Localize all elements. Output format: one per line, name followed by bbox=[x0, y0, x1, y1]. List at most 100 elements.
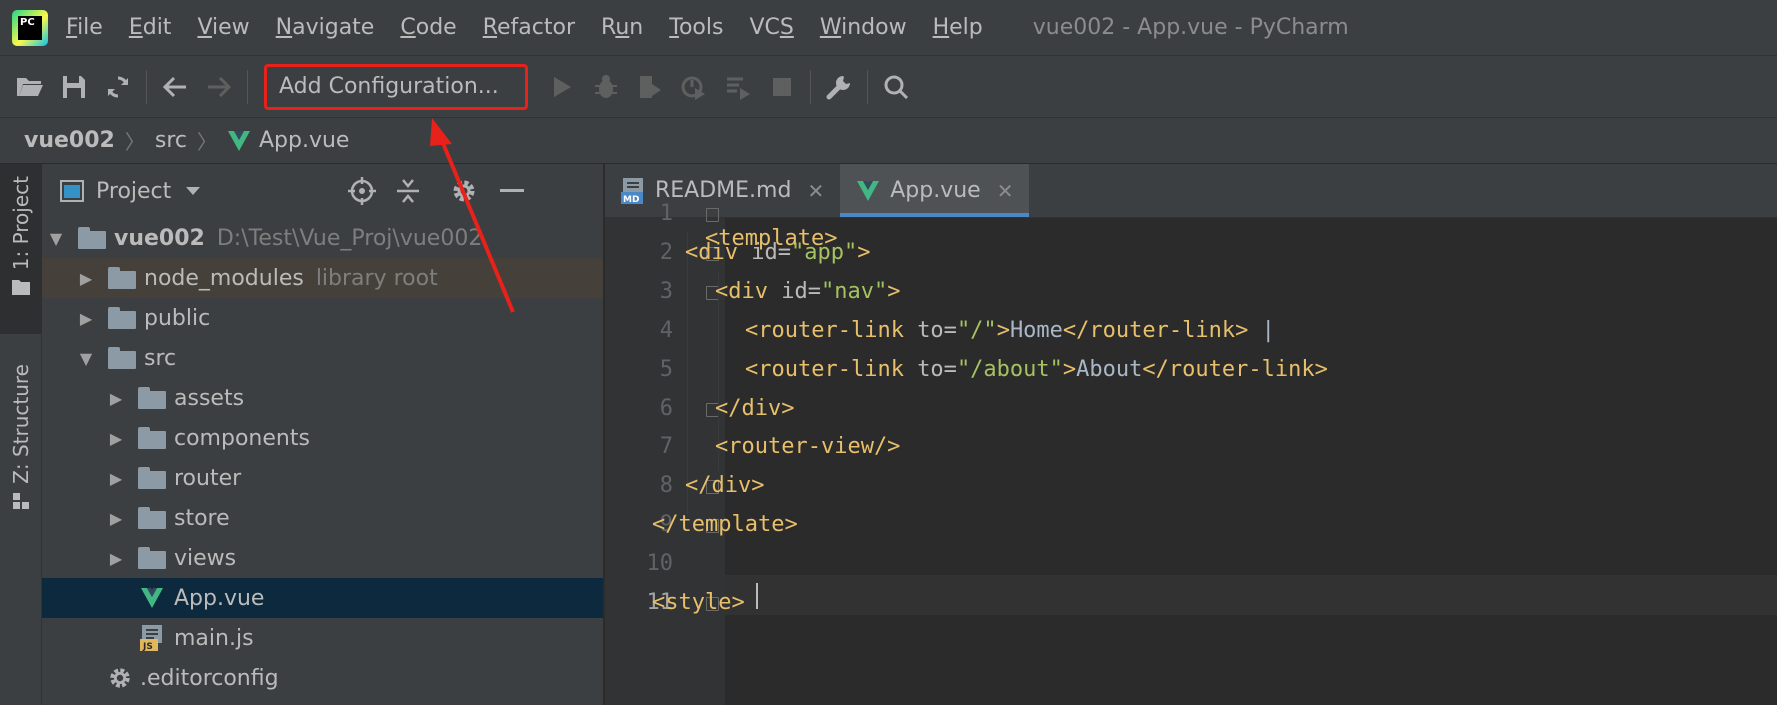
run-button[interactable] bbox=[544, 69, 580, 105]
chevron-down-icon[interactable] bbox=[185, 186, 201, 196]
collapsed-arrow-icon[interactable]: ▶ bbox=[76, 268, 96, 288]
structure-tool-tab[interactable]: Z: Structure bbox=[0, 354, 42, 524]
back-button[interactable] bbox=[157, 69, 193, 105]
code-line-5[interactable]: <router-link to="/about">About</router-l… bbox=[745, 357, 1328, 382]
breadcrumb-file[interactable]: App.vue bbox=[259, 128, 349, 153]
navigation-breadcrumb: vue002 〉 src 〉 App.vue bbox=[0, 118, 1777, 164]
breadcrumb-folder[interactable]: src bbox=[155, 128, 187, 153]
profile-button[interactable] bbox=[676, 69, 712, 105]
code-line-3[interactable]: <div id="nav"> bbox=[715, 279, 900, 304]
crosshair-icon bbox=[348, 177, 376, 205]
menu-help[interactable]: Help bbox=[933, 15, 983, 40]
add-configuration-button[interactable]: Add Configuration... bbox=[264, 63, 528, 110]
search-everywhere-button[interactable] bbox=[878, 69, 914, 105]
line-number: 10 bbox=[646, 551, 674, 576]
tree-item-label: components bbox=[174, 425, 310, 451]
menu-edit[interactable]: Edit bbox=[129, 15, 172, 40]
tree-item-components[interactable]: ▶ components bbox=[42, 418, 603, 458]
text-caret bbox=[756, 583, 758, 609]
locate-file-button[interactable] bbox=[346, 175, 378, 207]
collapsed-arrow-icon[interactable]: ▶ bbox=[106, 428, 126, 448]
collapse-all-button[interactable] bbox=[392, 175, 424, 207]
library-root-hint: library root bbox=[315, 265, 438, 291]
menu-code[interactable]: Code bbox=[400, 15, 456, 40]
tree-item-main-js[interactable]: JS main.js bbox=[42, 618, 603, 658]
menu-file[interactable]: File bbox=[66, 15, 103, 40]
code-line-7[interactable]: <router-view/> bbox=[715, 434, 900, 459]
tree-item-label: public bbox=[144, 305, 211, 331]
play-icon bbox=[554, 76, 571, 97]
folder-icon bbox=[138, 427, 166, 449]
code-line-4[interactable]: <router-link to="/">Home</router-link> | bbox=[745, 318, 1275, 343]
menu-refactor[interactable]: Refactor bbox=[483, 15, 575, 40]
code-line-9[interactable]: </template> bbox=[652, 512, 798, 537]
folder-icon bbox=[12, 280, 30, 296]
line-number: 3 bbox=[659, 279, 673, 304]
folder-icon bbox=[138, 467, 166, 489]
tree-item-views[interactable]: ▶ views bbox=[42, 538, 603, 578]
menu-run[interactable]: Run bbox=[601, 15, 643, 40]
vue-file-icon bbox=[227, 130, 250, 151]
collapsed-arrow-icon[interactable]: ▶ bbox=[106, 468, 126, 488]
collapsed-arrow-icon[interactable]: ▶ bbox=[106, 388, 126, 408]
coverage-icon bbox=[640, 75, 661, 98]
toolbar-separator bbox=[810, 69, 811, 104]
tree-root-vue002[interactable]: ▼ vue002 D:\Test\Vue_Proj\vue002 bbox=[42, 218, 603, 258]
search-icon bbox=[884, 75, 909, 99]
synchronize-button[interactable] bbox=[100, 69, 136, 105]
code-line-8[interactable]: </div> bbox=[685, 473, 764, 498]
profiler-icon bbox=[681, 76, 705, 100]
collapsed-arrow-icon[interactable]: ▶ bbox=[76, 308, 96, 328]
debug-button[interactable] bbox=[588, 69, 624, 105]
tree-item-assets[interactable]: ▶ assets bbox=[42, 378, 603, 418]
line-number: 7 bbox=[659, 434, 673, 459]
menu-tools[interactable]: Tools bbox=[669, 15, 723, 40]
expanded-arrow-icon[interactable]: ▼ bbox=[76, 348, 96, 368]
collapsed-arrow-icon[interactable]: ▶ bbox=[106, 548, 126, 568]
run-tasks-button[interactable] bbox=[720, 69, 756, 105]
structure-icon bbox=[13, 492, 29, 509]
forward-button[interactable] bbox=[201, 69, 237, 105]
tree-item-public[interactable]: ▶ public bbox=[42, 298, 603, 338]
run-with-coverage-button[interactable] bbox=[632, 69, 668, 105]
current-line-highlight bbox=[725, 575, 1777, 615]
settings-button[interactable] bbox=[821, 69, 857, 105]
refresh-icon bbox=[108, 75, 128, 98]
breadcrumb-chevron-icon: 〉 bbox=[124, 130, 145, 154]
project-tool-tab[interactable]: 1: Project bbox=[0, 164, 42, 334]
tab-app-vue[interactable]: App.vue ✕ bbox=[840, 164, 1030, 217]
expanded-arrow-icon[interactable]: ▼ bbox=[46, 228, 66, 248]
stop-icon bbox=[773, 77, 791, 96]
left-tool-window-strip: 1: Project Z: Structure bbox=[0, 164, 42, 705]
folder-icon bbox=[108, 267, 136, 289]
structure-tool-tab-label: Z: Structure bbox=[9, 364, 33, 484]
project-options-button[interactable] bbox=[448, 175, 480, 207]
stop-button[interactable] bbox=[764, 69, 800, 105]
tree-item-node-modules[interactable]: ▶ node_modules library root bbox=[42, 258, 603, 298]
menu-vcs[interactable]: VCS bbox=[749, 15, 793, 40]
code-line-11[interactable]: <style> bbox=[652, 590, 745, 615]
open-folder-button[interactable] bbox=[12, 69, 48, 105]
line-number: 5 bbox=[659, 357, 673, 382]
gear-icon bbox=[110, 668, 130, 688]
pycharm-logo-icon: PC bbox=[12, 9, 48, 46]
menu-window[interactable]: Window bbox=[820, 15, 907, 40]
code-line-6[interactable]: </div> bbox=[715, 396, 794, 421]
close-icon[interactable]: ✕ bbox=[807, 179, 824, 203]
hide-panel-button[interactable] bbox=[496, 175, 528, 207]
tree-item-src[interactable]: ▼ src bbox=[42, 338, 603, 378]
menu-view[interactable]: View bbox=[197, 15, 249, 40]
tree-item-store[interactable]: ▶ store bbox=[42, 498, 603, 538]
tree-item-router[interactable]: ▶ router bbox=[42, 458, 603, 498]
save-all-button[interactable] bbox=[56, 69, 92, 105]
menu-navigate[interactable]: Navigate bbox=[276, 15, 375, 40]
tree-item-label: App.vue bbox=[174, 585, 265, 611]
tree-item-label: assets bbox=[174, 385, 245, 411]
code-line-2[interactable]: <div id="app"> bbox=[685, 240, 870, 265]
project-view-selector[interactable]: Project bbox=[96, 179, 171, 204]
close-icon[interactable]: ✕ bbox=[997, 179, 1014, 203]
collapsed-arrow-icon[interactable]: ▶ bbox=[106, 508, 126, 528]
tree-item-app-vue[interactable]: App.vue bbox=[42, 578, 603, 618]
breadcrumb-project[interactable]: vue002 bbox=[24, 128, 115, 153]
tree-item-editorconfig[interactable]: .editorconfig bbox=[42, 658, 603, 698]
